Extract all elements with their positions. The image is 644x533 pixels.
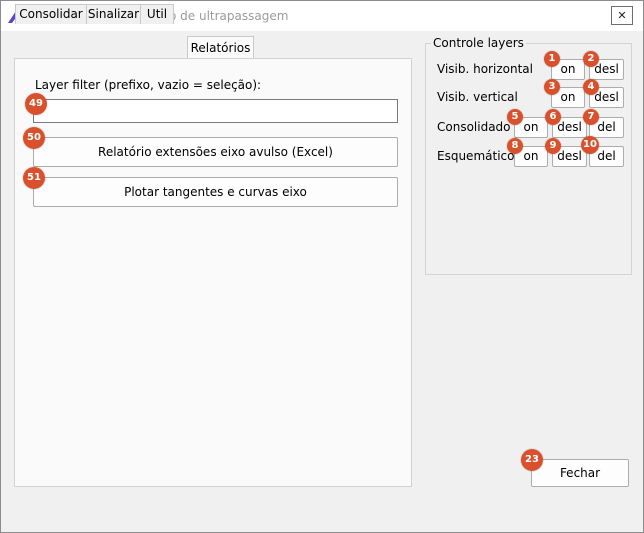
layer-filter-input[interactable] — [33, 99, 398, 123]
badge-2: 2 — [583, 51, 599, 67]
consolidado-label: Consolidado — [437, 120, 511, 134]
visib-horizontal-label: Visib. horizontal — [437, 62, 533, 76]
tab-label: Consolidar — [19, 7, 83, 21]
badge-49: 49 — [25, 93, 47, 115]
tab-util[interactable]: Util — [140, 4, 174, 24]
tab-label: Util — [146, 7, 168, 21]
badge-8: 8 — [507, 138, 523, 154]
badge-10: 10 — [581, 136, 599, 154]
badge-5: 5 — [507, 109, 523, 125]
layers-group-title: Controle layers — [431, 36, 526, 50]
close-icon: ✕ — [617, 9, 627, 22]
tab-consolidar[interactable]: Consolidar — [15, 4, 87, 24]
tab-relatorios[interactable]: Relatórios — [187, 36, 254, 60]
close-window-button[interactable]: ✕ — [611, 6, 633, 25]
tab-label: Relatórios — [190, 41, 251, 55]
badge-51: 51 — [23, 167, 45, 189]
badge-50: 50 — [23, 127, 45, 149]
visib-vertical-label: Visib. vertical — [437, 90, 518, 104]
badge-1: 1 — [544, 51, 560, 67]
tab-sinalizar[interactable]: Sinalizar — [86, 4, 141, 24]
esquematico-label: Esquemático — [437, 149, 515, 163]
report-excel-button[interactable]: Relatório extensões eixo avulso (Excel) — [33, 137, 398, 167]
badge-3: 3 — [544, 79, 560, 95]
badge-7: 7 — [583, 109, 599, 125]
layer-filter-label: Layer filter (prefixo, vazio = seleção): — [35, 78, 262, 92]
badge-23: 23 — [521, 449, 543, 471]
tab-label: Sinalizar — [87, 7, 140, 21]
plot-tangents-button[interactable]: Plotar tangentes e curvas eixo — [33, 177, 398, 207]
badge-6: 6 — [545, 109, 561, 125]
dialog-window: Consolidado — proibição de ultrapassagem… — [0, 0, 644, 533]
badge-9: 9 — [545, 138, 561, 154]
fechar-button[interactable]: Fechar — [531, 459, 629, 487]
badge-4: 4 — [583, 79, 599, 95]
